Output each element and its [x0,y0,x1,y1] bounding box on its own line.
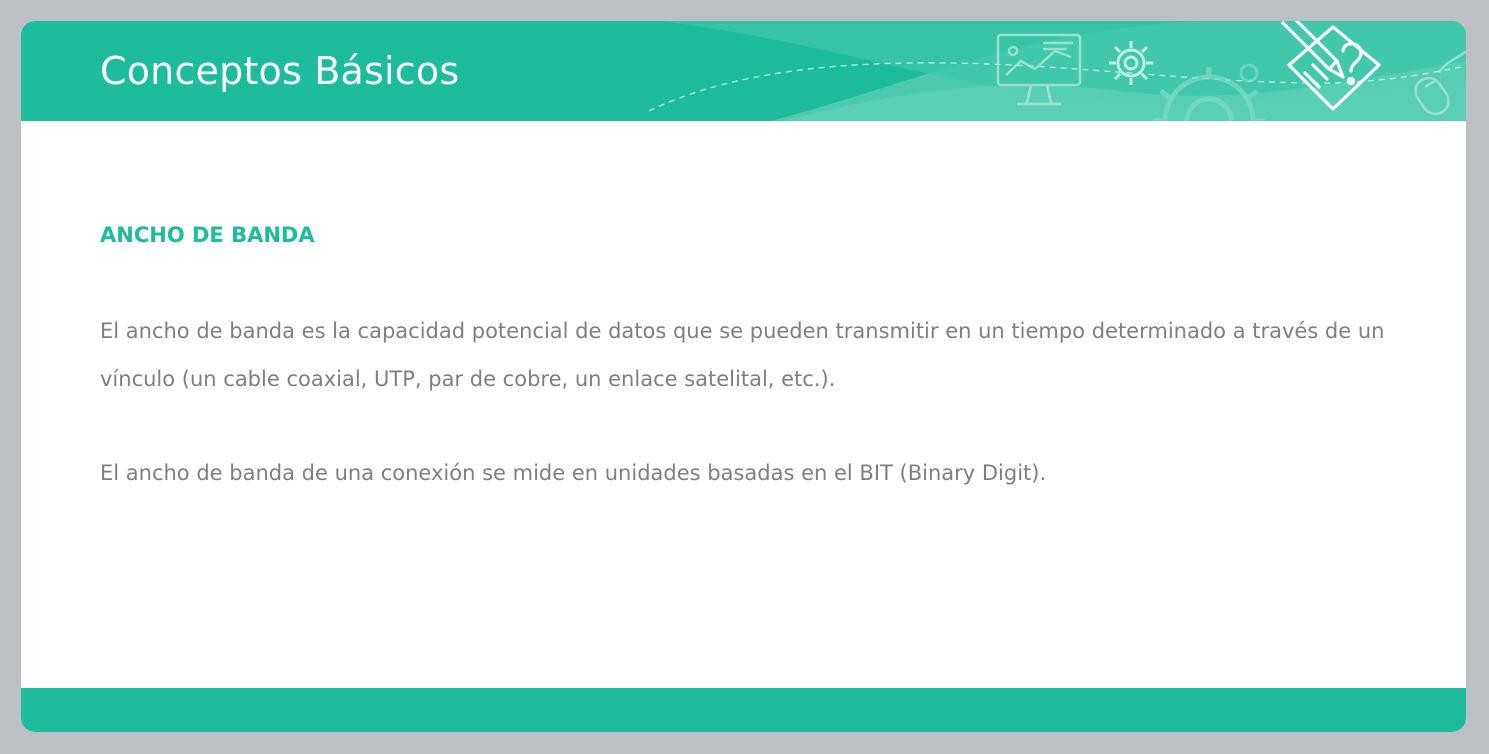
slide: Conceptos Básicos ANCHO DE BANDA El anch… [21,21,1466,732]
paragraph-measurement: El ancho de banda de una conexión se mid… [100,461,1047,485]
section-heading: ANCHO DE BANDA [100,223,315,247]
content-area: ANCHO DE BANDA El ancho de banda es la c… [100,221,1390,497]
footer-bar [21,688,1466,732]
paragraph-definition: El ancho de banda es la capacidad potenc… [100,319,1385,391]
header-bar: Conceptos Básicos [21,21,1466,121]
page-title: Conceptos Básicos [100,49,460,93]
